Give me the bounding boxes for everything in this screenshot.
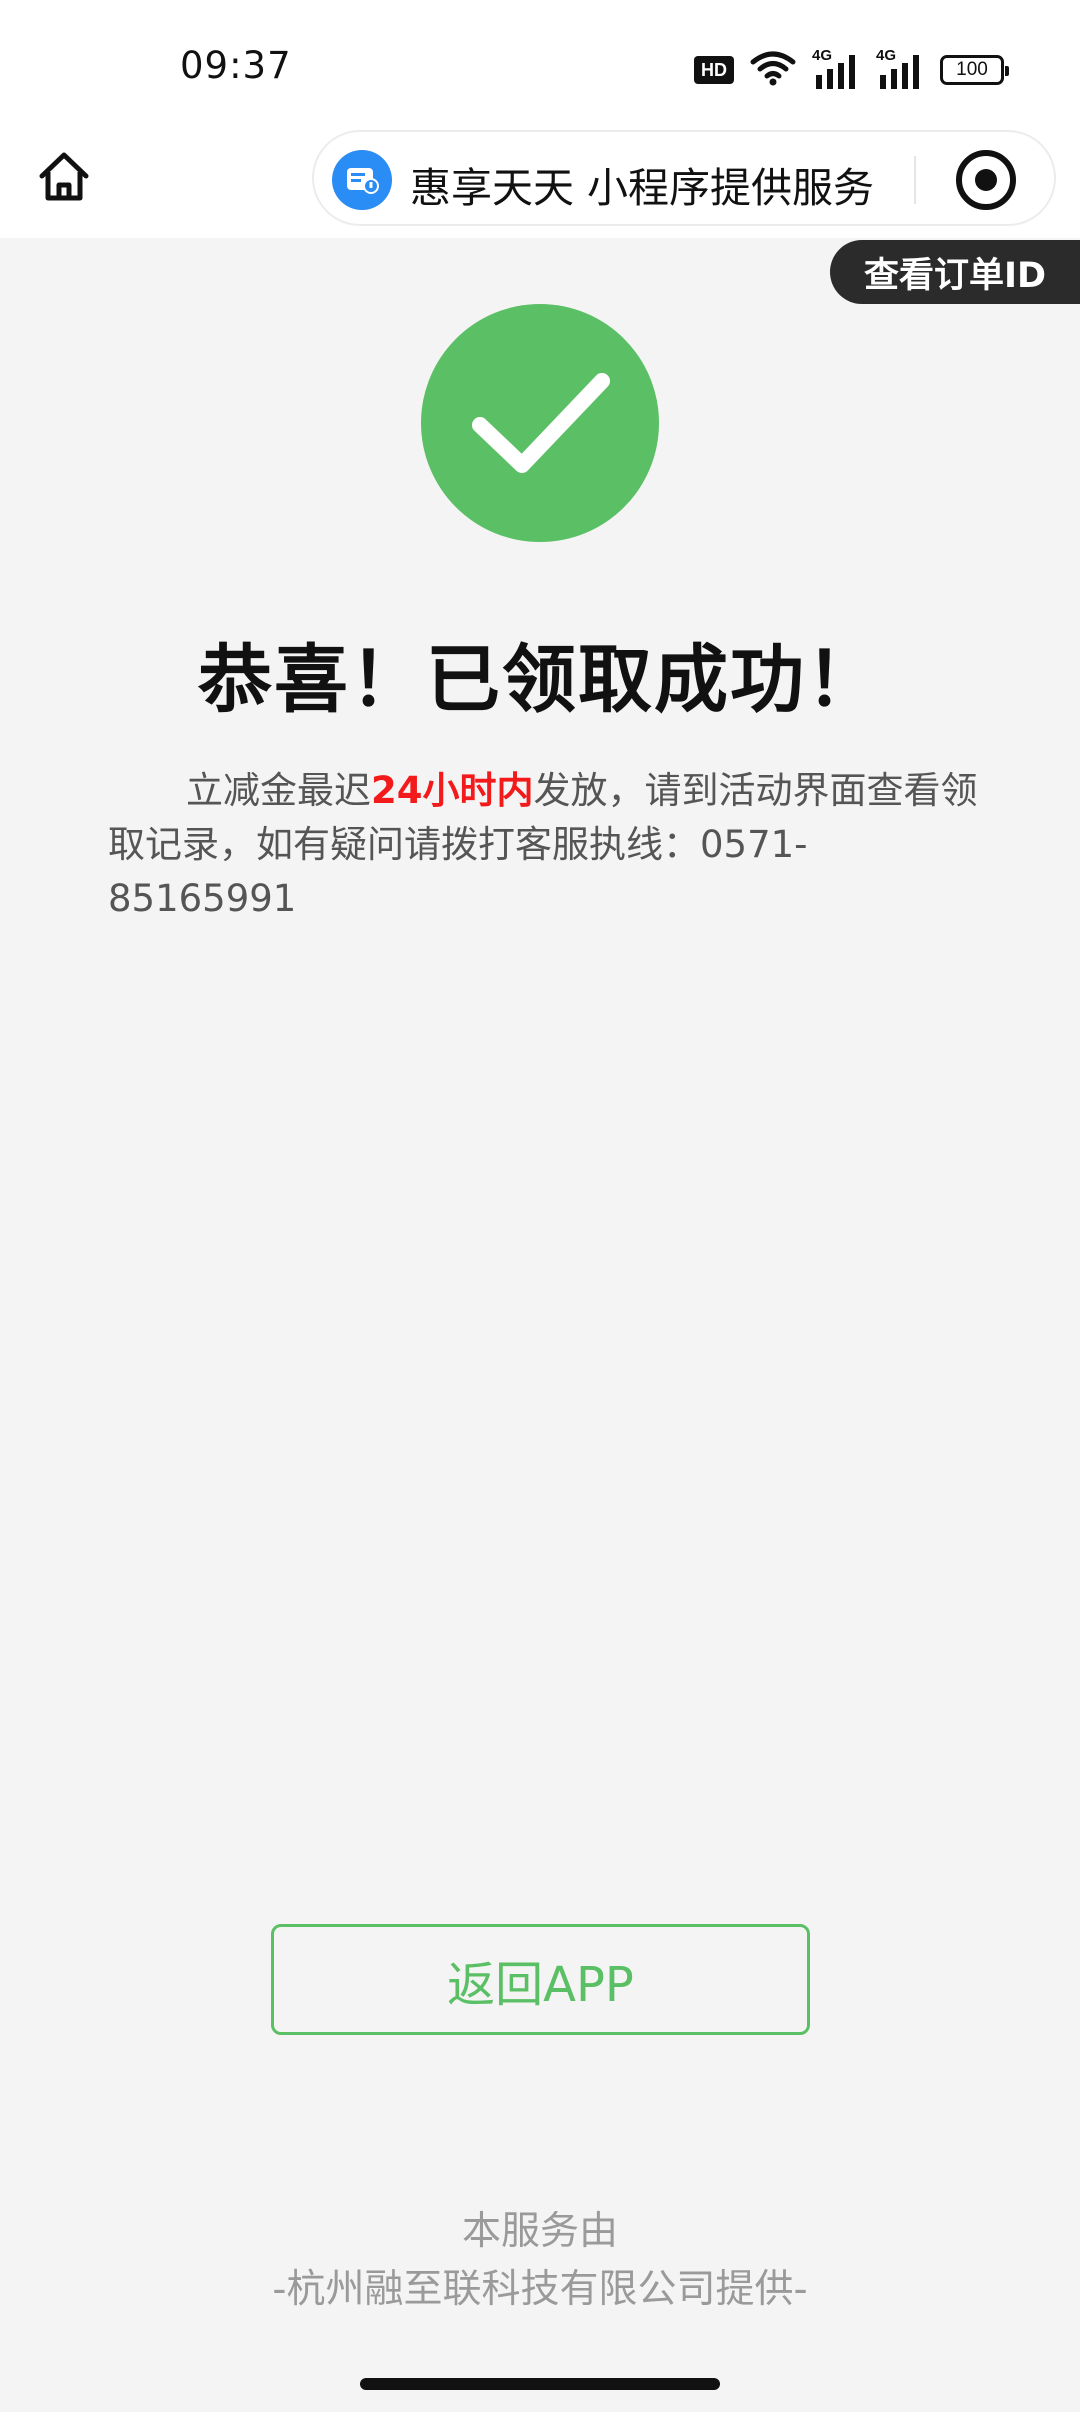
footer-line1: 本服务由 [461,2209,618,2254]
hd-icon: HD [694,56,734,84]
success-description: 立减金最迟24小时内发放，请到活动界面查看领取记录，如有疑问请拨打客服执线：05… [108,764,988,926]
desc-highlight: 24小时内 [371,769,534,812]
battery-icon: 100 [940,55,1009,85]
battery-level: 100 [956,59,988,80]
view-order-id-button[interactable]: 查看订单ID [830,240,1080,304]
miniprogram-logo-icon [332,150,392,210]
signal-icon-2: 4G [876,47,924,89]
nav-bar: 惠享天天 小程序提供服务 [0,130,1080,238]
home-indicator[interactable] [360,2378,720,2390]
status-icons: HD 4G 4G 100 [694,47,1009,90]
footer-line2: -杭州融至联科技有限公司提供- [272,2267,808,2312]
status-bar: 09:37 HD 4G 4G 100 [0,0,1080,130]
signal-icon-1: 4G [812,47,860,89]
desc-text-before: 立减金最迟 [186,769,371,812]
home-button[interactable] [34,146,94,206]
capsule-divider [914,156,916,204]
success-check-icon [421,304,659,542]
wifi-icon [750,50,796,90]
target-icon[interactable] [956,150,1016,210]
miniprogram-title: 惠享天天 小程序提供服务 [410,164,875,212]
success-title: 恭喜！已领取成功！ [198,637,882,723]
home-icon [39,152,89,201]
back-to-app-button[interactable]: 返回APP [271,1924,810,2035]
miniprogram-capsule: 惠享天天 小程序提供服务 [312,130,1056,226]
status-time: 09:37 [180,44,292,87]
